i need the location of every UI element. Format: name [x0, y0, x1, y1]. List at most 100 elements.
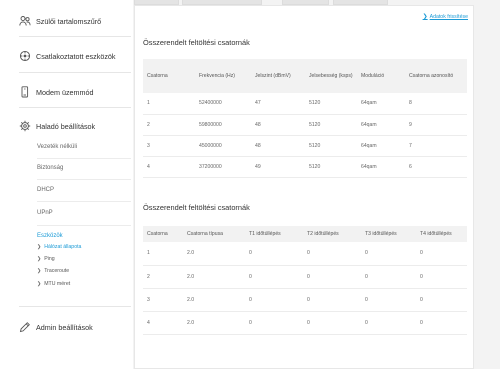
column-header: Jelszint (dBmV): [251, 59, 305, 93]
table-cell: 0: [245, 311, 303, 335]
table-cell: 0: [303, 311, 361, 335]
table-cell: 59800000: [195, 114, 251, 136]
sidebar-sub-item-upnp[interactable]: UPnP: [37, 210, 53, 216]
chevron-right-icon: ❯: [37, 256, 42, 262]
column-header: Frekvencia (Hz): [195, 59, 251, 93]
sidebar-tool-mtu-size[interactable]: ❯ MTU méret: [37, 281, 70, 287]
sidebar-item-parental-control[interactable]: Szülői tartalomszűrő: [19, 15, 101, 27]
table-cell: 3: [143, 135, 195, 157]
divider: [37, 158, 131, 159]
table-row: 4 2.0 0 0 0 0: [143, 311, 467, 335]
sidebar-sub-item-security[interactable]: Biztonság: [37, 165, 63, 171]
modem-icon: [19, 86, 31, 98]
divider: [37, 179, 131, 180]
table-row: 3 2.0 0 0 0 0: [143, 288, 467, 312]
table-cell: 0: [361, 242, 416, 266]
table-cell: 4: [143, 311, 183, 335]
table-cell: 3: [143, 288, 183, 312]
column-header: Moduláció: [357, 59, 405, 93]
table-cell: 0: [416, 265, 467, 289]
table-cell: 47: [251, 93, 305, 115]
table-cell: 6: [405, 156, 467, 178]
pencil-icon: [19, 321, 31, 333]
sidebar-sub-item-wireless[interactable]: Vezeték nélküli: [37, 144, 77, 150]
table-cell: 2.0: [183, 242, 245, 266]
table-row: 2 2.0 0 0 0 0: [143, 265, 467, 289]
column-header: T3 időtúllépés: [361, 226, 416, 242]
column-header: Csatorna típusa: [183, 226, 245, 242]
sidebar-item-modem-mode[interactable]: Modem üzemmód: [19, 86, 94, 98]
table-cell: 1: [143, 242, 183, 266]
table-cell: 0: [245, 265, 303, 289]
sidebar-sub-item-dhcp[interactable]: DHCP: [37, 187, 54, 193]
refresh-data-link[interactable]: ❯ Adatok frissítése: [422, 13, 468, 21]
sidebar-tool-network-status[interactable]: ❯ Hálózat állapota: [37, 244, 81, 250]
table-cell: 0: [416, 242, 467, 266]
table-cell: 0: [245, 288, 303, 312]
arrow-right-icon: ❯: [422, 14, 428, 20]
column-header: Csatorna: [143, 59, 195, 93]
section-title-upstream: Összerendelt feltöltési csatornák: [143, 203, 250, 212]
table-cell: 9: [405, 114, 467, 136]
sidebar-tool-traceroute[interactable]: ❯ Traceroute: [37, 268, 69, 274]
table-cell: 5120: [305, 114, 357, 136]
downstream-channel-table: Csatorna Frekvencia (Hz) Jelszint (dBmV)…: [143, 59, 467, 178]
table-cell: 0: [416, 311, 467, 335]
sidebar-item-admin-settings[interactable]: Admin beállítások: [19, 321, 93, 333]
table-cell: 2.0: [183, 265, 245, 289]
column-header: T1 időtúllépés: [245, 226, 303, 242]
divider: [37, 201, 131, 202]
table-cell: 0: [303, 242, 361, 266]
sidebar-tool-label: Traceroute: [44, 268, 70, 274]
table-cell: 49: [251, 156, 305, 178]
table-row: 1 52400000 47 5120 64qam 8: [143, 93, 467, 115]
section-title-downstream: Összerendelt feltöltési csatornák: [143, 38, 250, 47]
sidebar-item-label: Modem üzemmód: [36, 87, 94, 97]
table-cell: 37200000: [195, 156, 251, 178]
sidebar-tool-ping[interactable]: ❯ Ping: [37, 256, 55, 262]
sidebar-item-label: Csatlakoztatott eszközök: [36, 51, 116, 61]
network-status-panel: ❯ Adatok frissítése Összerendelt feltölt…: [134, 5, 474, 369]
page-footer: [0, 369, 500, 375]
table-cell: 0: [245, 242, 303, 266]
table-cell: 45000000: [195, 135, 251, 157]
table-cell: 0: [361, 288, 416, 312]
sidebar-item-label: Haladó beállítások: [36, 121, 96, 131]
table-cell: 4: [143, 156, 195, 178]
divider: [37, 225, 131, 226]
sidebar-sub-item-tools[interactable]: Eszközök: [37, 233, 63, 239]
sidebar-item-connected-devices[interactable]: Csatlakoztatott eszközök: [19, 50, 116, 62]
divider: [19, 306, 131, 307]
table-cell: 2.0: [183, 288, 245, 312]
table-header-row: Csatorna Csatorna típusa T1 időtúllépés …: [143, 226, 467, 242]
table-cell: 0: [416, 288, 467, 312]
upstream-channel-table: Csatorna Csatorna típusa T1 időtúllépés …: [143, 226, 467, 335]
sidebar-item-advanced-settings[interactable]: Haladó beállítások: [19, 120, 95, 132]
table-cell: 1: [143, 93, 195, 115]
sidebar-tool-label: Ping: [44, 256, 55, 262]
table-cell: 5120: [305, 93, 357, 115]
table-cell: 52400000: [195, 93, 251, 115]
table-cell: 64qam: [357, 114, 405, 136]
gear-icon: [19, 120, 31, 132]
chevron-right-icon: ❯: [37, 268, 42, 274]
refresh-data-label: Adatok frissítése: [429, 13, 468, 20]
table-cell: 8: [405, 93, 467, 115]
table-cell: 0: [361, 311, 416, 335]
table-cell: 64qam: [357, 156, 405, 178]
people-icon: [19, 15, 31, 27]
column-header: Csatorna azonosító: [405, 59, 467, 93]
divider: [19, 72, 131, 73]
table-header-row: Csatorna Frekvencia (Hz) Jelszint (dBmV)…: [143, 59, 467, 93]
table-row: 1 2.0 0 0 0 0: [143, 242, 467, 266]
sidebar-item-label: Szülői tartalomszűrő: [36, 16, 102, 26]
divider: [19, 36, 131, 37]
column-header: T4 időtúllépés: [416, 226, 467, 242]
sidebar: Szülői tartalomszűrő Csatlakoztatott esz…: [0, 0, 135, 375]
devices-icon: [19, 50, 31, 62]
column-header: Csatorna: [143, 226, 183, 242]
sidebar-tool-label: MTU méret: [44, 281, 71, 287]
table-cell: 2: [143, 265, 183, 289]
table-row: 4 37200000 49 5120 64qam 6: [143, 156, 467, 178]
chevron-right-icon: ❯: [37, 281, 42, 287]
